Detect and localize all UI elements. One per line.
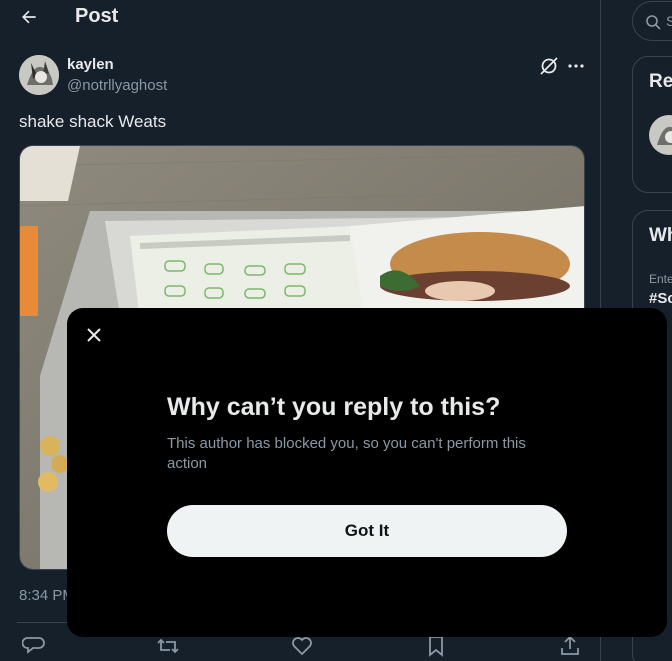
dialog-description: This author has blocked you, so you can'…	[167, 435, 526, 472]
like-button[interactable]	[290, 634, 314, 658]
search-placeholder: S	[666, 13, 672, 29]
avatar[interactable]	[19, 55, 59, 95]
avatar-image	[657, 126, 672, 145]
trend-context: Ente	[649, 272, 672, 286]
author-handle[interactable]: @notrllyaghost	[67, 77, 167, 94]
relevant-people-panel: Re	[632, 56, 672, 193]
heart-icon	[292, 637, 312, 656]
avatar[interactable]	[649, 115, 672, 155]
avatar-image	[19, 55, 59, 95]
panel-title: Re	[649, 71, 672, 92]
back-button[interactable]	[14, 2, 44, 32]
close-icon	[87, 328, 101, 342]
reply-button[interactable]	[21, 634, 46, 658]
more-dots-icon	[568, 64, 584, 68]
bookmark-icon	[429, 636, 443, 657]
share-button[interactable]	[558, 634, 582, 658]
close-button[interactable]	[81, 322, 107, 348]
post-text: shake shack Weats	[19, 112, 167, 131]
panel-title: Wh	[649, 225, 672, 246]
got-it-button[interactable]: Got It	[167, 505, 567, 557]
post-actions	[0, 634, 600, 661]
grok-button[interactable]	[538, 55, 560, 77]
reply-icon	[21, 637, 45, 654]
arrow-left-icon	[22, 10, 36, 24]
more-options-button[interactable]	[565, 55, 587, 77]
dialog-title: Why can’t you reply to this?	[167, 393, 501, 421]
grok-slash-icon	[540, 57, 558, 75]
search-input[interactable]: S	[632, 1, 672, 41]
page-title: Post	[75, 5, 119, 27]
reply-restriction-dialog: Why can’t you reply to this? This author…	[67, 308, 667, 637]
trend-name[interactable]: #Sc	[649, 290, 672, 307]
repost-icon	[157, 638, 179, 654]
author-name[interactable]: kaylen	[67, 56, 114, 73]
search-icon	[646, 15, 661, 30]
share-icon	[561, 635, 579, 655]
bookmark-button[interactable]	[424, 634, 448, 658]
repost-button[interactable]	[156, 634, 180, 658]
post-header: Post	[0, 0, 600, 36]
